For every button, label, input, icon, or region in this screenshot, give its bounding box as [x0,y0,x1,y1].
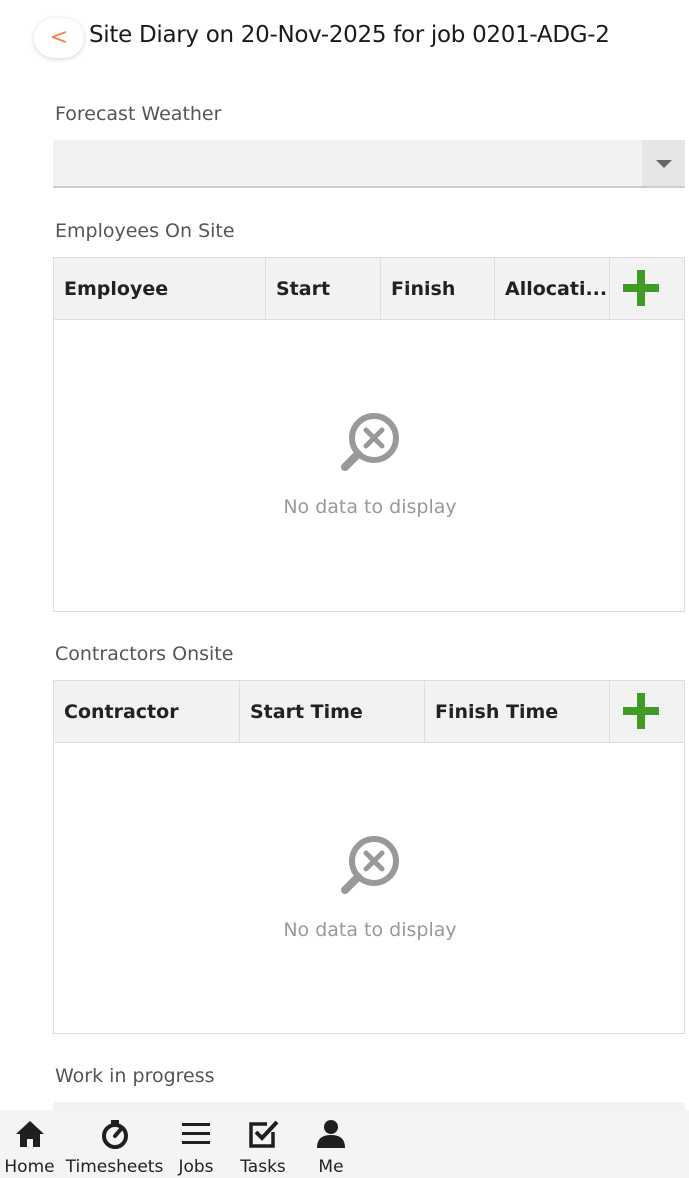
employees-on-site-label: Employees On Site [55,220,235,242]
employees-grid: Employee Start Finish Allocati... No dat… [53,257,685,612]
plus-icon [623,693,659,729]
work-in-progress-label: Work in progress [55,1065,215,1087]
nav-item-home[interactable]: Home [0,1110,59,1178]
bottom-nav: Home Timesheets Jobs Tasks Me [0,1110,689,1178]
add-employee-button[interactable] [609,258,684,320]
column-header-start[interactable]: Start [266,258,381,320]
column-header-start-time[interactable]: Start Time [240,681,425,743]
back-button[interactable]: < [34,18,84,58]
contractors-grid: Contractor Start Time Finish Time No dat… [53,680,685,1034]
no-data-search-icon [341,836,399,894]
no-data-text: No data to display [283,496,457,518]
user-icon [317,1120,345,1148]
column-header-finish-time[interactable]: Finish Time [425,681,610,743]
nav-label-timesheets: Timesheets [65,1157,164,1177]
column-header-contractor[interactable]: Contractor [54,681,240,743]
nav-item-jobs[interactable]: Jobs [169,1110,223,1178]
contractors-grid-body: No data to display [54,743,684,1033]
plus-icon [623,270,659,306]
column-header-allocation[interactable]: Allocati... [495,258,610,320]
nav-label-me: Me [318,1157,344,1177]
forecast-weather-label: Forecast Weather [55,103,222,125]
page-title: Site Diary on 20-Nov-2025 for job 0201-A… [89,22,610,48]
stopwatch-icon [101,1120,128,1149]
add-contractor-button[interactable] [609,681,684,743]
nav-item-tasks[interactable]: Tasks [236,1110,290,1178]
nav-label-home: Home [4,1157,55,1177]
nav-label-tasks: Tasks [240,1157,286,1177]
column-header-employee[interactable]: Employee [54,258,266,320]
no-data-text: No data to display [283,919,457,941]
contractors-onsite-label: Contractors Onsite [55,643,234,665]
nav-label-jobs: Jobs [178,1157,214,1177]
dropdown-arrow-icon[interactable] [642,140,685,186]
employees-grid-body: No data to display [54,320,684,611]
nav-item-me[interactable]: Me [304,1110,358,1178]
contractors-grid-header: Contractor Start Time Finish Time [54,681,684,743]
checkbox-icon [249,1120,279,1148]
nav-item-timesheets[interactable]: Timesheets [64,1110,165,1178]
forecast-weather-select[interactable] [53,140,685,188]
home-icon [15,1121,44,1147]
employees-grid-header: Employee Start Finish Allocati... [54,258,684,320]
list-icon [182,1123,210,1144]
page-header: < Site Diary on 20-Nov-2025 for job 0201… [0,0,689,80]
column-header-finish[interactable]: Finish [381,258,495,320]
no-data-search-icon [341,413,399,471]
